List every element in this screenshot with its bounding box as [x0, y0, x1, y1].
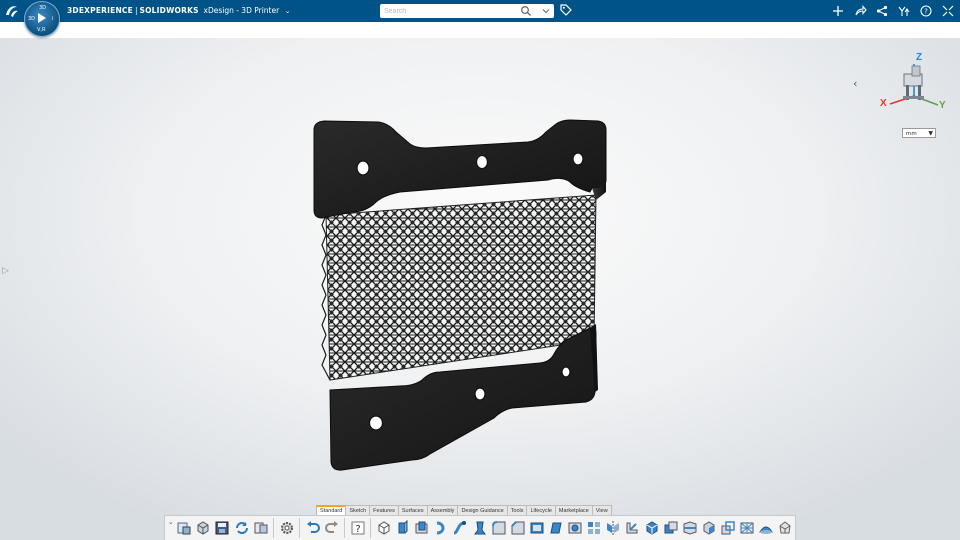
apps-icon[interactable] [896, 3, 912, 19]
play-icon[interactable] [38, 13, 46, 23]
top-bar: 3DEXPERIENCE | SOLIDWORKS xDesign - 3D Pri… [0, 0, 960, 22]
save-icon[interactable] [213, 519, 231, 538]
svg-text:?: ? [355, 524, 360, 535]
share-icon[interactable] [874, 3, 890, 19]
help-icon[interactable]: ? [349, 519, 367, 538]
collapse-icon[interactable] [940, 3, 956, 19]
compass-widget[interactable]: 3D 3D i V,R [24, 1, 60, 37]
undo-icon[interactable] [304, 519, 322, 538]
fillet-icon[interactable] [490, 519, 508, 538]
share-arrow-icon[interactable] [852, 3, 868, 19]
tag-icon[interactable] [559, 3, 573, 17]
variable-fillet-icon[interactable] [757, 519, 775, 538]
extrude-icon[interactable] [375, 519, 393, 538]
open-3d-icon[interactable] [194, 519, 212, 538]
toolbar-separator [344, 518, 346, 538]
lattice-icon[interactable] [738, 519, 756, 538]
redo-icon[interactable] [323, 519, 341, 538]
search-input[interactable] [384, 5, 509, 17]
app-name: SOLIDWORKS [139, 6, 199, 15]
extrude-boss-icon[interactable] [394, 519, 412, 538]
search-icon[interactable] [520, 5, 532, 17]
command-manager-tabs: Standard Sketch Features Surfaces Assemb… [316, 505, 612, 516]
scale-icon[interactable] [719, 519, 737, 538]
document-name: xDesign - 3D Printer [203, 6, 280, 15]
revolve-icon[interactable] [432, 519, 450, 538]
units-value: mm [906, 131, 917, 137]
app-title[interactable]: 3DEXPERIENCE | SOLIDWORKS xDesign - 3D Pri… [67, 0, 290, 22]
add-icon[interactable] [830, 3, 846, 19]
move-face-icon[interactable] [700, 519, 718, 538]
chevron-down-icon[interactable] [540, 5, 552, 17]
thicken-icon[interactable] [642, 519, 660, 538]
toolbar-separator [273, 518, 275, 538]
search-box[interactable] [380, 4, 554, 18]
ds-logo-icon [6, 6, 18, 17]
toolbar-separator [299, 518, 301, 538]
compass-left-label: 3D [28, 16, 36, 22]
loft-icon[interactable] [470, 519, 488, 538]
chevron-down-icon[interactable]: ⌄ [167, 518, 175, 538]
viewport-header-strip [0, 22, 960, 38]
dropdown-arrow-icon: ▼ [928, 130, 933, 137]
chevron-down-icon[interactable]: ⌄ [285, 0, 291, 22]
units-select[interactable]: mm ▼ [902, 128, 936, 138]
split-icon[interactable] [681, 519, 699, 538]
new-part-icon[interactable] [175, 519, 193, 538]
chamfer-icon[interactable] [509, 519, 527, 538]
freeform-icon[interactable] [776, 519, 794, 538]
y-axis-label: Y [939, 100, 946, 111]
command-toolbar: ⌄ ? [164, 515, 796, 540]
view-triad[interactable]: Z X Y [876, 52, 950, 114]
help-icon[interactable]: ? [918, 3, 934, 19]
svg-text:?: ? [924, 8, 928, 16]
compass-right-label: i [52, 16, 54, 22]
chevron-left-icon[interactable]: ‹ [853, 77, 857, 90]
sweep-icon[interactable] [451, 519, 469, 538]
compass-top-label: 3D [39, 5, 47, 11]
brand-name: 3DEXPERIENCE [67, 6, 133, 15]
x-axis-label: X [880, 98, 887, 109]
mirror-icon[interactable] [604, 519, 622, 538]
properties-icon[interactable] [252, 519, 270, 538]
hole-icon[interactable] [566, 519, 584, 538]
rib-icon[interactable] [623, 519, 641, 538]
lattice-plate-model[interactable] [300, 110, 620, 480]
combine-icon[interactable] [662, 519, 680, 538]
extrude-cut-icon[interactable] [413, 519, 431, 538]
z-axis-label: Z [916, 52, 923, 63]
draft-icon[interactable] [547, 519, 565, 538]
shell-icon[interactable] [528, 519, 546, 538]
toolbar-separator [370, 518, 372, 538]
top-right-toolbar: ? [830, 0, 956, 22]
compass-bottom-label: V,R [37, 27, 46, 33]
refresh-icon[interactable] [232, 519, 250, 538]
linear-pattern-icon[interactable] [585, 519, 603, 538]
expand-panel-icon[interactable]: ▷ [2, 266, 9, 276]
gear-icon[interactable] [278, 519, 296, 538]
